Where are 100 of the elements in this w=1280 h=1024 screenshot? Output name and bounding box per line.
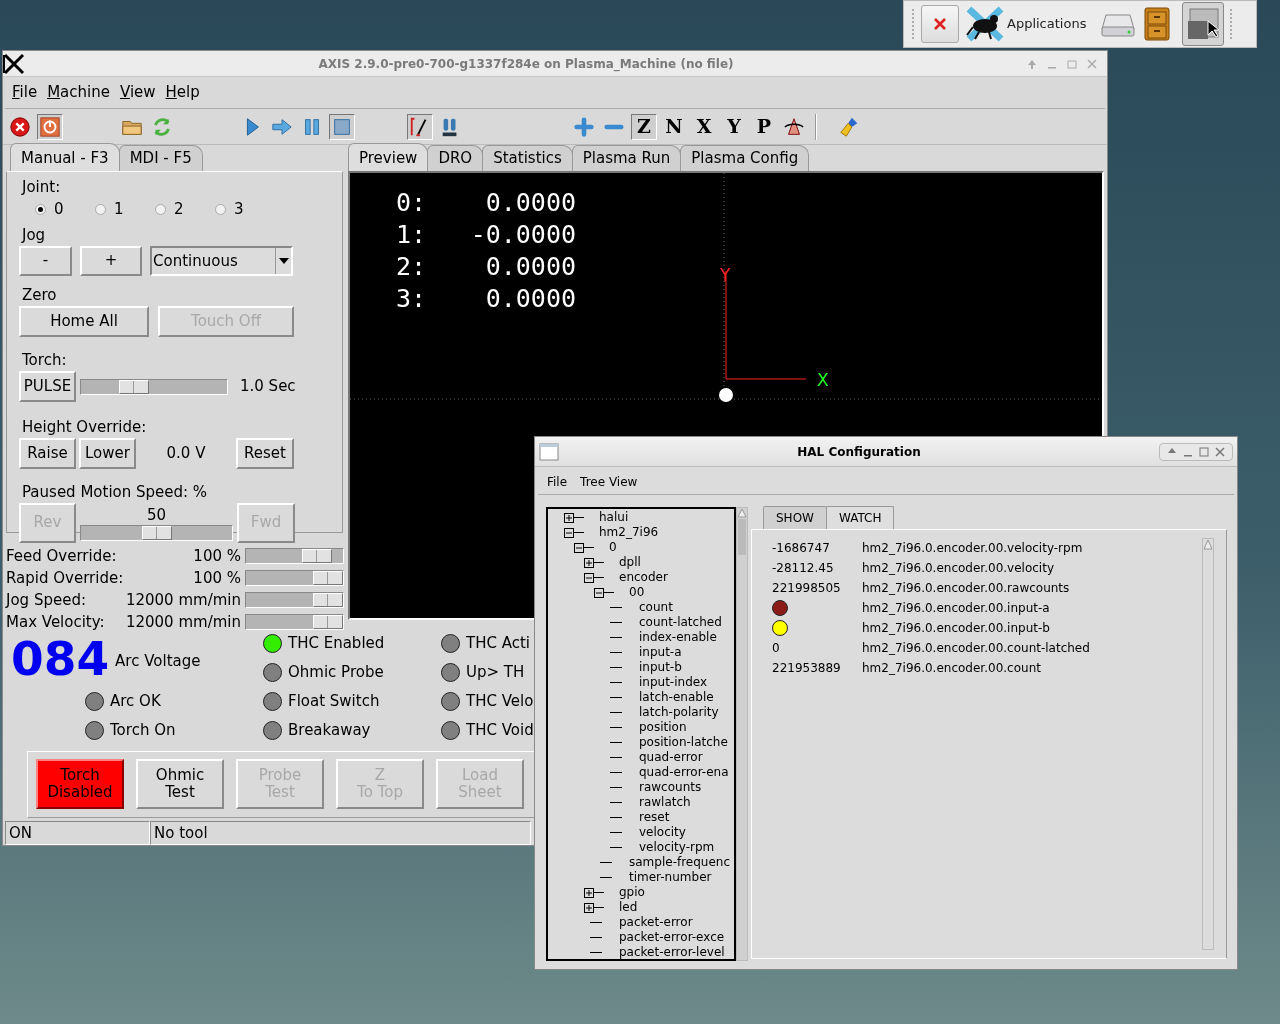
tab[interactable]: Plasma Run — [571, 144, 682, 171]
collapse-icon[interactable] — [574, 542, 584, 553]
scrollbar-thumb[interactable] — [738, 519, 746, 555]
tab[interactable]: WATCH — [825, 506, 895, 529]
tree-item[interactable]: input-index — [639, 675, 708, 690]
pulse-button[interactable]: PULSE — [19, 371, 76, 402]
radio-button[interactable] — [215, 203, 226, 215]
tree-item[interactable]: 0 — [609, 540, 617, 555]
view-button[interactable]: X — [691, 113, 717, 140]
tree-item[interactable]: quad-error-ena — [639, 765, 729, 780]
tree-item[interactable]: 00 — [629, 585, 645, 600]
restore-icon[interactable] — [1198, 445, 1210, 458]
tree-item[interactable]: input-b — [639, 660, 682, 675]
radio-button[interactable] — [35, 203, 46, 215]
lower-button[interactable]: Lower — [79, 438, 136, 469]
slider-thumb[interactable] — [302, 549, 333, 563]
tree-item[interactable]: velocity — [639, 825, 686, 840]
tree-item[interactable]: reset — [639, 810, 670, 825]
zero-button[interactable]: Home All — [19, 306, 149, 337]
close-button[interactable] — [921, 5, 959, 43]
tree-item[interactable]: latch-enable — [639, 690, 714, 705]
jog-plus-button[interactable]: + — [80, 246, 142, 276]
tree-item[interactable]: velocity-rpm — [639, 840, 715, 855]
status-label: THC Enabled — [288, 633, 385, 655]
expand-icon[interactable] — [584, 902, 594, 913]
scrollbar[interactable] — [1202, 538, 1214, 950]
block-delete-button[interactable] — [407, 113, 433, 140]
collapse-icon[interactable] — [584, 572, 594, 583]
tree-item[interactable]: led — [619, 900, 638, 915]
pulse-reading: 1.0 Sec — [240, 376, 296, 398]
close-icon[interactable] — [1214, 445, 1226, 458]
status-label: Ohmic Probe — [288, 662, 384, 684]
view-button[interactable]: N — [661, 113, 687, 140]
tree-item[interactable]: hm2_7i96 — [599, 525, 659, 540]
menu-item[interactable]: Machine — [47, 81, 110, 104]
tab[interactable]: SHOW — [763, 506, 827, 529]
tree-item[interactable]: halui — [599, 510, 629, 525]
collapse-icon[interactable] — [564, 527, 574, 538]
view-button[interactable]: P — [751, 113, 777, 140]
tree-item[interactable]: packet-error-level — [619, 945, 725, 959]
radio-button[interactable] — [155, 203, 166, 215]
label: Paused Motion Speed: % — [21, 482, 209, 503]
jog-minus-button[interactable]: - — [19, 246, 72, 276]
tree-item[interactable]: position-latche — [639, 735, 728, 750]
slider-thumb[interactable] — [119, 379, 150, 394]
expand-icon[interactable] — [584, 557, 594, 568]
tree-item[interactable]: count-latched — [639, 615, 722, 630]
menu-item[interactable]: Tree View — [580, 472, 638, 491]
expand-icon[interactable] — [564, 512, 574, 523]
menu-item[interactable]: Help — [165, 81, 200, 104]
tab[interactable]: DRO — [427, 144, 484, 171]
applications-menu[interactable]: Applications — [1007, 14, 1087, 34]
tree-item[interactable]: input-a — [639, 645, 682, 660]
tree-item[interactable]: latch-polarity — [639, 705, 719, 720]
tree-item[interactable]: encoder — [619, 570, 668, 585]
stop-button[interactable] — [329, 113, 355, 140]
reset-button[interactable]: Reset — [236, 438, 294, 469]
collapse-icon[interactable] — [594, 587, 604, 598]
tab[interactable]: Manual - F3 — [10, 142, 120, 171]
slider-thumb[interactable] — [141, 526, 172, 540]
menu-item[interactable]: File — [12, 81, 38, 104]
power-button[interactable] — [37, 113, 63, 140]
action-button[interactable]: Torch Disabled — [36, 758, 124, 809]
scrollbar[interactable] — [736, 507, 748, 961]
tree-item[interactable]: dpll — [619, 555, 641, 570]
axis-label: Y — [720, 265, 731, 285]
mouse-icon[interactable] — [965, 5, 1005, 43]
dro-value: -0.0000 — [469, 219, 576, 251]
dro-value: 0.0000 — [484, 251, 576, 283]
radio-button[interactable] — [95, 203, 106, 215]
tree-item[interactable]: index-enable — [639, 630, 717, 645]
tab[interactable]: Preview — [348, 142, 429, 171]
tree-item[interactable]: packet-error — [619, 915, 693, 930]
cabinet-icon[interactable] — [1142, 6, 1173, 42]
tree-item[interactable]: count — [639, 600, 673, 615]
tree-item[interactable]: packet-error-exce — [619, 930, 725, 945]
tree-item[interactable]: gpio — [619, 885, 645, 900]
tree-item[interactable]: sample-frequenc — [629, 855, 731, 870]
tab[interactable]: Plasma Config — [680, 144, 810, 171]
tree-item[interactable]: quad-error — [639, 750, 703, 765]
tab[interactable]: MDI - F5 — [118, 144, 203, 171]
tab[interactable]: Statistics — [482, 144, 573, 171]
menu-item[interactable]: File — [547, 472, 568, 491]
slider-thumb[interactable] — [313, 571, 343, 585]
action-button[interactable]: Ohmic Test — [136, 758, 224, 809]
dro-value: 0.0000 — [484, 283, 576, 315]
slider-thumb[interactable] — [313, 593, 343, 607]
raise-button[interactable]: Raise — [19, 438, 76, 469]
tree-item[interactable]: rawlatch — [639, 795, 691, 810]
tree-item[interactable]: position — [639, 720, 687, 735]
jog-mode-dropdown[interactable]: Continuous — [150, 246, 293, 276]
view-button[interactable]: Z — [631, 113, 657, 140]
expand-icon[interactable] — [584, 887, 594, 898]
slider-thumb[interactable] — [313, 615, 343, 629]
window-switcher-button[interactable] — [1182, 2, 1225, 46]
tree-item[interactable]: rawcounts — [639, 780, 702, 795]
tree-item[interactable]: timer-number — [629, 870, 712, 885]
menu-item[interactable]: View — [119, 81, 156, 104]
scroll-up-icon[interactable] — [1203, 539, 1213, 551]
view-button[interactable]: Y — [721, 113, 747, 140]
